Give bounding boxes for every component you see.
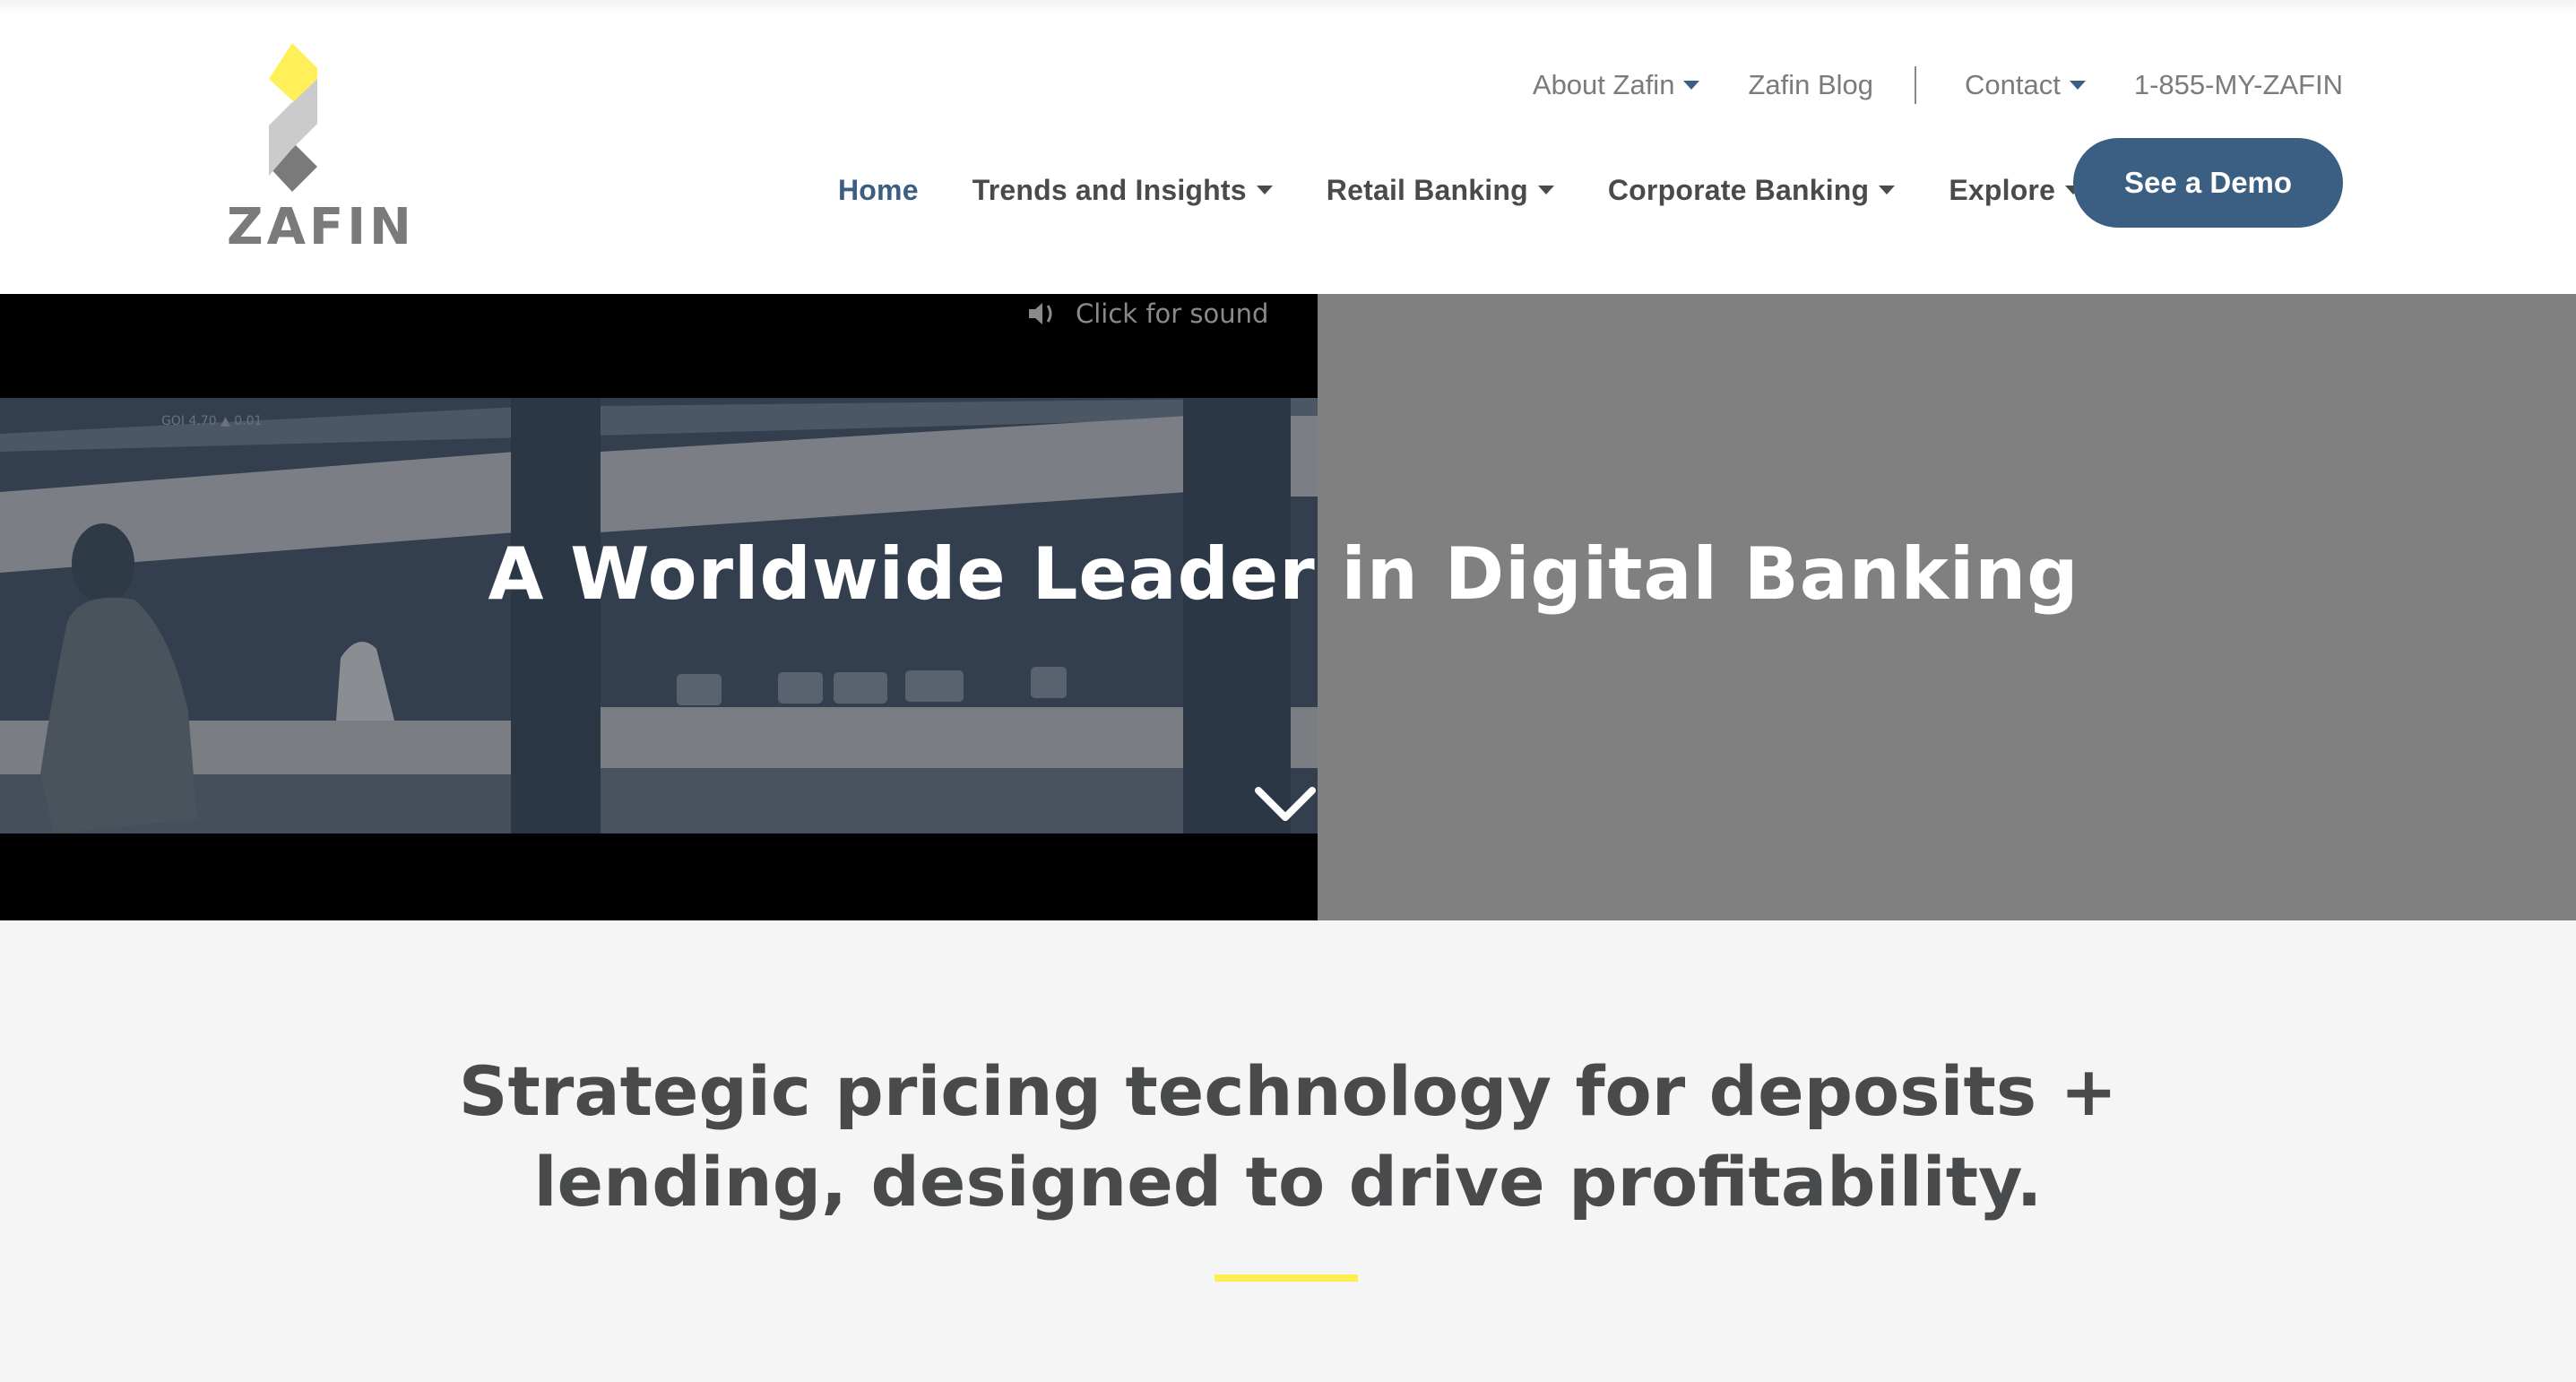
see-a-demo-button[interactable]: See a Demo	[2073, 138, 2343, 228]
main-nav-trends-and-insights[interactable]: Trends and Insights	[972, 174, 1273, 207]
main-nav-retail-label: Retail Banking	[1326, 173, 1528, 206]
click-for-sound-button[interactable]: Click for sound	[1027, 294, 1268, 333]
main-nav-explore-label: Explore	[1949, 173, 2056, 206]
caret-down-icon	[1537, 186, 1554, 194]
caret-down-icon	[1256, 186, 1273, 194]
main-nav: Home Trends and Insights Retail Banking …	[838, 167, 2135, 213]
hero-section: Click for sound GOI 4.70 ▲ 0.01 A Worldw…	[0, 294, 2576, 920]
intro-headline-line-2: lending, designed to drive profitability…	[533, 1142, 2043, 1222]
caret-down-icon	[1683, 81, 1700, 90]
nav-divider	[1915, 66, 1917, 104]
intro-headline-line-1: Strategic pricing technology for deposit…	[458, 1051, 2118, 1131]
click-for-sound-label: Click for sound	[1076, 298, 1269, 329]
utility-nav: About Zafin Zafin Blog Contact 1-855-MY-…	[1533, 63, 2343, 108]
main-nav-corporate-banking[interactable]: Corporate Banking	[1607, 173, 1896, 207]
logo-wordmark: ZAFIN	[227, 198, 415, 256]
ticker-text: GOI 4.70 ▲ 0.01	[161, 414, 262, 428]
phone-number: 1-855-MY-ZAFIN	[2133, 69, 2343, 100]
accent-underline	[1215, 1274, 1358, 1282]
hero-title: A Worldwide Leader in Digital Banking	[488, 532, 2079, 616]
intro-headline: Strategic pricing technology for deposit…	[0, 1046, 2576, 1227]
main-nav-corporate-label: Corporate Banking	[1607, 173, 1870, 206]
utility-nav-blog[interactable]: Zafin Blog	[1748, 69, 1873, 101]
scroll-down-button[interactable]	[1253, 785, 1318, 829]
utility-nav-contact[interactable]: Contact	[1965, 69, 2086, 101]
main-nav-explore[interactable]: Explore	[1949, 173, 2082, 207]
speaker-icon	[1029, 303, 1052, 324]
caret-down-icon	[2069, 81, 2086, 90]
main-nav-trends-label: Trends and Insights	[972, 173, 1247, 206]
utility-nav-phone[interactable]: 1-855-MY-ZAFIN	[2134, 69, 2343, 101]
zafin-logo-mark-icon	[269, 43, 317, 192]
utility-nav-contact-label: Contact	[1965, 69, 2061, 100]
utility-nav-about[interactable]: About Zafin	[1533, 69, 1700, 101]
utility-nav-about-label: About Zafin	[1532, 69, 1675, 100]
main-nav-retail-banking[interactable]: Retail Banking	[1327, 174, 1554, 207]
main-nav-home-label: Home	[838, 173, 919, 206]
site-header: ZAFIN About Zafin Zafin Blog Contact 1-8…	[0, 0, 2576, 294]
chevron-down-icon	[1255, 787, 1316, 821]
intro-section: Strategic pricing technology for deposit…	[0, 920, 2576, 1382]
zafin-logo[interactable]: ZAFIN	[227, 43, 415, 258]
utility-nav-blog-label: Zafin Blog	[1748, 69, 1874, 100]
main-nav-home[interactable]: Home	[838, 174, 919, 207]
caret-down-icon	[1879, 186, 1896, 194]
